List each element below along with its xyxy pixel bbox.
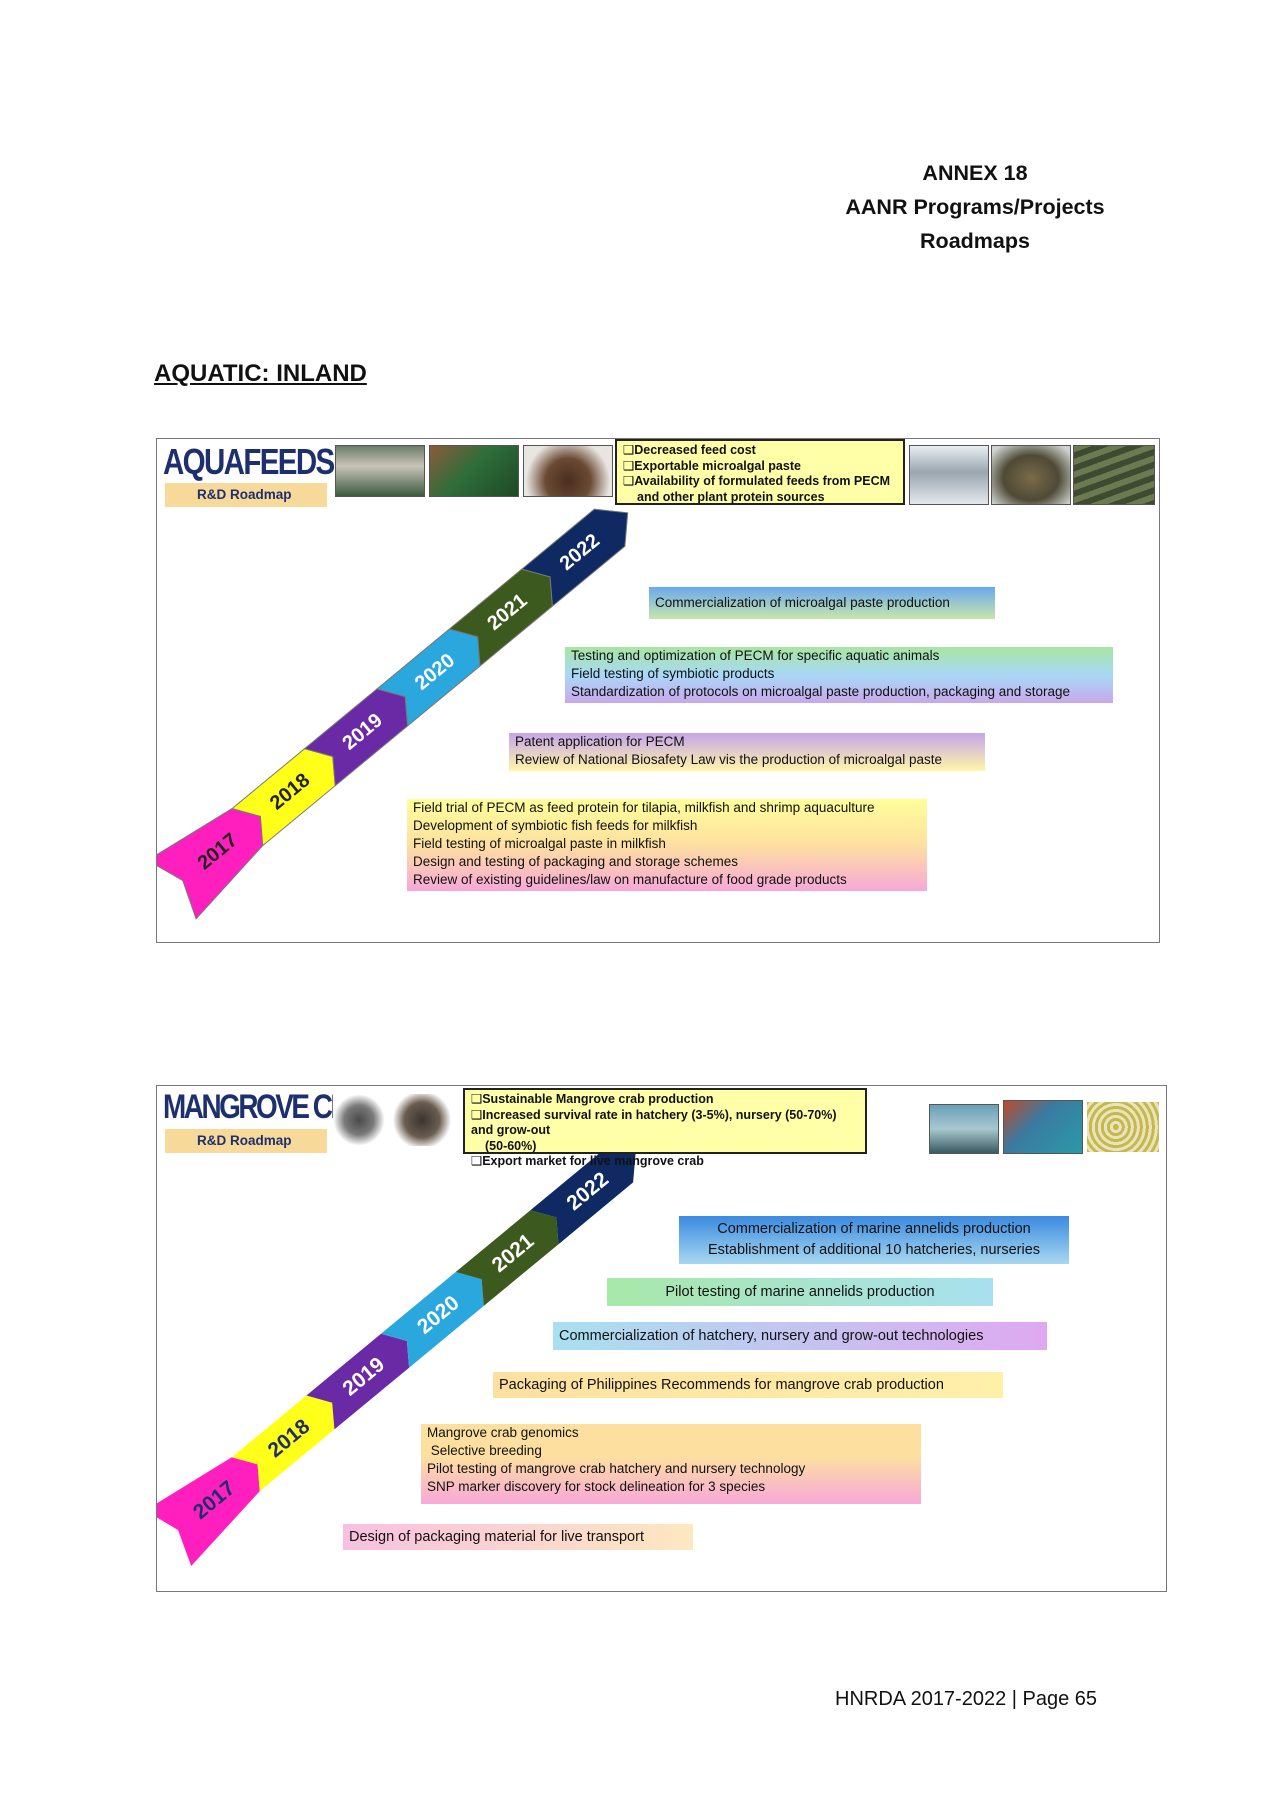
crab-larvae-photo — [1087, 1102, 1159, 1152]
shrimp-photo — [1073, 445, 1155, 505]
mangrove-crab-rd-label: R&D Roadmap — [165, 1129, 327, 1153]
activity-line: Development of symbiotic fish feeds for … — [413, 818, 698, 833]
feed-pellets-photo — [523, 445, 613, 497]
mangrove-crab-roadmap-panel: 2017 2018 2019 2020 2021 2022 MANGROVE CRAB R… — [156, 1085, 1167, 1592]
activity-box-2021: Pilot testing of marine annelids product… — [607, 1278, 993, 1306]
aquafeeds-brand-title: AQUAFEEDS — [163, 441, 335, 482]
activity-line: Patent application for PECM — [515, 734, 685, 749]
milkfish-photo — [909, 445, 989, 505]
goal-item: Increased survival rate in hatchery (3-5… — [471, 1108, 859, 1139]
activity-line: Commercialization of marine annelids pro… — [717, 1221, 1031, 1237]
activity-box-2022: Commercialization of marine annelids pro… — [679, 1216, 1069, 1264]
annex-title-line1: AANR Programs/Projects — [845, 195, 1105, 219]
activity-line: Establishment of additional 10 hatcherie… — [707, 1242, 1041, 1258]
activity-box-2019: Packaging of Philippines Recommends for … — [493, 1372, 1003, 1398]
activity-line: Pilot testing of mangrove crab hatchery … — [427, 1461, 806, 1476]
annex-header: ANNEX 18 AANR Programs/Projects Roadmaps — [820, 156, 1130, 258]
goal-item: Export market for live mangrove crab — [471, 1154, 859, 1170]
aquafeeds-roadmap-panel: 2017 2018 2019 2020 2021 2022 AQUAFEEDS R&D R… — [156, 438, 1160, 943]
activity-line: SNP marker discovery for stock delineati… — [427, 1479, 766, 1494]
feed-mill-photo — [335, 445, 425, 497]
goal-item: Sustainable Mangrove crab production — [471, 1092, 859, 1108]
activity-line: Field testing of symbiotic products — [571, 666, 775, 681]
annex-title-line2: Roadmaps — [920, 229, 1030, 253]
pond-photo — [929, 1104, 999, 1154]
activity-line: Design and testing of packaging and stor… — [413, 854, 738, 869]
activity-line: Design of packaging material for live tr… — [349, 1529, 644, 1545]
page-footer: HNRDA 2017-2022 | Page 65 — [835, 1688, 1098, 1710]
crab-pile-photo — [393, 1094, 451, 1146]
tilapia-photo — [991, 445, 1071, 505]
activity-line: Testing and optimization of PECM for spe… — [571, 648, 940, 663]
goal-item: Exportable microalgal paste — [623, 459, 897, 475]
goal-item: Availability of formulated feeds from PE… — [623, 474, 897, 490]
annex-number: ANNEX 18 — [922, 161, 1028, 185]
aquafeeds-goals-box: Decreased feed cost Exportable microalga… — [615, 439, 905, 505]
activity-line: Standardization of protocols on microalg… — [571, 684, 1071, 699]
activity-line: Commercialization of microalgal paste pr… — [655, 595, 950, 610]
activity-box-2017: Design of packaging material for live tr… — [343, 1524, 693, 1550]
activity-line: Review of existing guidelines/law on man… — [413, 872, 847, 887]
activity-box-2022: Commercialization of microalgal paste pr… — [649, 587, 995, 619]
goal-item-continued: and other plant protein sources — [637, 489, 825, 504]
activity-box-2021: Testing and optimization of PECM for spe… — [565, 647, 1113, 703]
section-title: AQUATIC: INLAND — [154, 360, 367, 387]
activity-line: Review of National Biosafety Law vis the… — [515, 752, 942, 767]
activity-line: Pilot testing of marine annelids product… — [665, 1284, 935, 1300]
activity-line: Mangrove crab genomics — [427, 1425, 579, 1440]
activity-line: Selective breeding — [427, 1443, 542, 1458]
goal-item-continued: (50-60%) — [485, 1138, 537, 1153]
activity-line: Field testing of microalgal paste in mil… — [413, 836, 666, 851]
algae-tray-photo — [429, 445, 519, 497]
aquafeeds-rd-label: R&D Roadmap — [165, 483, 327, 507]
goal-item: Decreased feed cost — [623, 443, 897, 459]
activity-box-2020: Commercialization of hatchery, nursery a… — [553, 1322, 1047, 1350]
activity-line: Commercialization of hatchery, nursery a… — [559, 1328, 984, 1344]
activity-box-2018: Mangrove crab genomics Selective breedin… — [421, 1424, 921, 1504]
mangrove-crab-goals-box: Sustainable Mangrove crab production Inc… — [463, 1088, 867, 1168]
crab-photo — [333, 1094, 385, 1146]
activity-box-2020: Patent application for PECM Review of Na… — [509, 733, 985, 771]
hatchery-worker-photo — [1003, 1100, 1083, 1154]
activity-line: Packaging of Philippines Recommends for … — [499, 1377, 944, 1393]
activity-line: Field trial of PECM as feed protein for … — [413, 800, 875, 815]
activity-box-2018: Field trial of PECM as feed protein for … — [407, 799, 927, 891]
